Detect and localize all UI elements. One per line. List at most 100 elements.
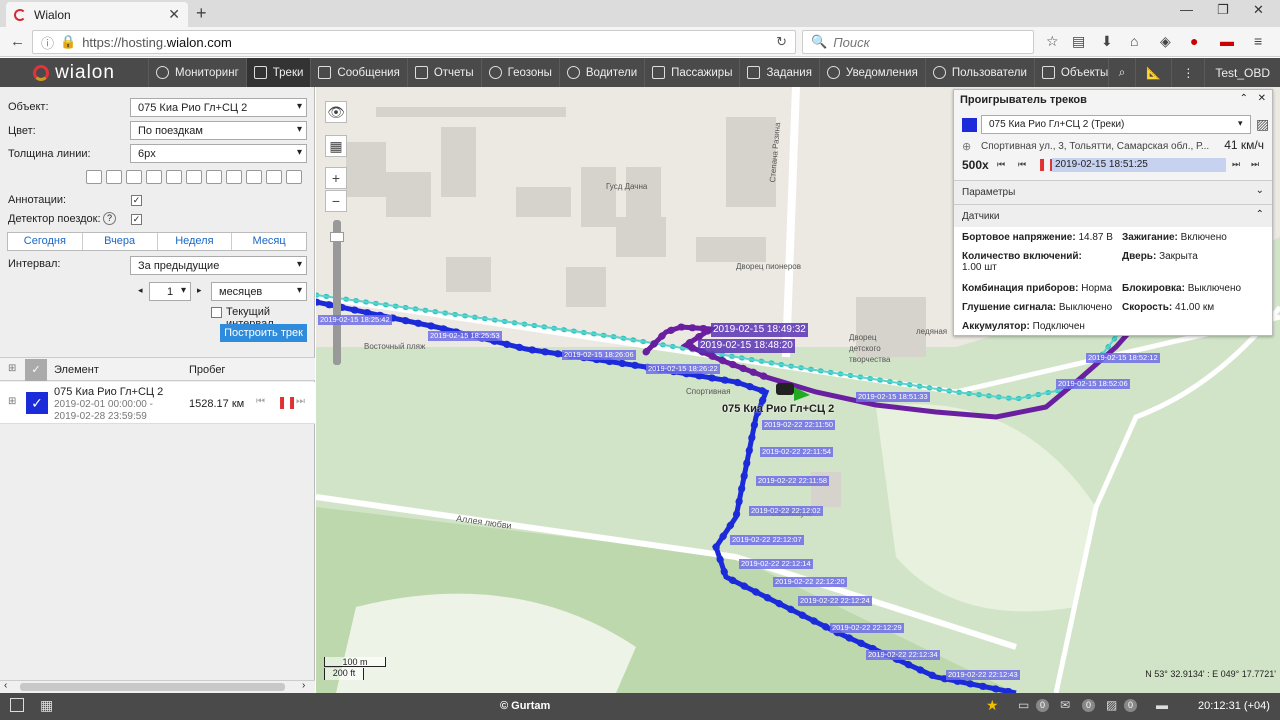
annotations-checkbox[interactable]: ✓ xyxy=(131,195,142,206)
nav-drivers[interactable]: Водители xyxy=(558,58,644,87)
rewind-icon[interactable]: ⏮ xyxy=(256,396,265,407)
sensors-section[interactable]: Датчики ⌃ xyxy=(954,204,1272,227)
scroll-left-icon[interactable]: ‹ xyxy=(4,680,7,691)
nav-tracks[interactable]: Треки xyxy=(245,58,311,87)
params-section[interactable]: Параметры ⌄ xyxy=(954,180,1272,204)
nav-search-icon[interactable]: ⌕ xyxy=(1107,58,1136,87)
zoom-slider-thumb[interactable] xyxy=(330,232,344,242)
nav-geofences[interactable]: Геозоны xyxy=(480,58,559,87)
unit-track-select[interactable]: 075 Киа Рио Гл+СЦ 2 (Треки) xyxy=(981,115,1251,134)
select-all-checkbox[interactable]: ✓ xyxy=(25,359,47,381)
tab-week[interactable]: Неделя xyxy=(158,233,233,250)
rewind-start-icon[interactable]: ⏮ xyxy=(997,159,1005,170)
more-menu-icon[interactable]: ⋮ xyxy=(1171,58,1204,87)
vehicle-label[interactable]: 075 Киа Рио Гл+СЦ 2 xyxy=(722,403,834,415)
nav-tasks[interactable]: Задания xyxy=(739,58,818,87)
tab-today[interactable]: Сегодня xyxy=(8,233,83,250)
apps-grid-icon[interactable]: ▦ xyxy=(40,697,53,714)
color-select[interactable]: По поездкам xyxy=(130,121,307,140)
track-label[interactable]: 2019-02-22 22:12:24 xyxy=(798,596,872,606)
restore-icon[interactable]: ❐ xyxy=(1217,2,1229,18)
search-input[interactable]: 🔍 Поиск xyxy=(802,30,1034,54)
track-label[interactable]: 2019-02-15 18:25:53 xyxy=(428,331,502,341)
decrement-icon[interactable]: ◂ xyxy=(138,285,143,296)
fuel-marker-icon[interactable] xyxy=(166,170,182,184)
flag-marker-icon[interactable] xyxy=(106,170,122,184)
forward-end-icon[interactable]: ⏭ xyxy=(1251,159,1259,170)
interval-select[interactable]: За предыдущие xyxy=(130,256,307,275)
measure-icon[interactable]: 📐 xyxy=(1135,58,1171,87)
fast-forward-icon[interactable]: ⏭ xyxy=(296,396,305,407)
table-row[interactable]: ⊞ ✓ 075 Киа Рио Гл+СЦ 2 2019-02-01 00:00… xyxy=(0,382,315,424)
width-select[interactable]: 6px xyxy=(130,144,307,163)
pause-icon[interactable]: ❚❚ xyxy=(277,395,297,409)
track-label[interactable]: 2019-02-22 22:12:29 xyxy=(830,623,904,633)
panel-toggle-icon[interactable] xyxy=(10,698,24,712)
video-marker-icon[interactable] xyxy=(226,170,242,184)
track-label[interactable]: 2019-02-22 22:12:34 xyxy=(866,650,940,660)
window-close-icon[interactable]: ✕ xyxy=(1253,2,1264,18)
stop-sign-icon[interactable] xyxy=(266,170,282,184)
object-select[interactable]: 075 Киа Рио Гл+СЦ 2 xyxy=(130,98,307,117)
expand-all-icon[interactable]: ⊞ xyxy=(8,363,16,374)
track-label[interactable]: 2019-02-22 22:12:20 xyxy=(773,577,847,587)
home-icon[interactable]: ⌂ xyxy=(1130,33,1138,49)
browser-tab[interactable]: Wialon ✕ xyxy=(6,2,188,27)
map-type-icon[interactable]: ▦ xyxy=(325,135,347,157)
step-back-icon[interactable]: ⏮ xyxy=(1018,159,1026,170)
stop-marker-icon[interactable] xyxy=(146,170,162,184)
new-tab-icon[interactable]: + xyxy=(196,3,207,24)
nav-users[interactable]: Пользователи xyxy=(924,58,1034,87)
minimize-icon[interactable]: — xyxy=(1180,2,1193,17)
image-marker-icon[interactable] xyxy=(206,170,222,184)
nav-units[interactable]: Объекты xyxy=(1033,58,1115,87)
reading-list-icon[interactable]: ▤ xyxy=(1072,33,1085,50)
interval-count-input[interactable]: 1 xyxy=(149,282,191,301)
adblock-icon[interactable]: ● xyxy=(1190,33,1198,49)
nav-monitoring[interactable]: Мониторинг xyxy=(148,58,246,87)
zoom-in-button[interactable]: + xyxy=(325,167,347,189)
nav-notifications[interactable]: Уведомления xyxy=(818,58,925,87)
nav-reports[interactable]: Отчеты xyxy=(406,58,481,87)
track-label[interactable]: 2019-02-15 18:52:06 xyxy=(1056,379,1130,389)
messages-icon[interactable]: ✉ xyxy=(1060,698,1070,712)
scroll-thumb[interactable] xyxy=(20,683,285,691)
zoom-slider[interactable] xyxy=(330,220,344,365)
bookmark-star-icon[interactable]: ☆ xyxy=(1046,33,1059,50)
increment-icon[interactable]: ▸ xyxy=(197,285,202,296)
layers-visibility-icon[interactable]: 👁 xyxy=(325,101,347,123)
build-track-button[interactable]: Построить трек xyxy=(220,324,307,342)
horizontal-scrollbar[interactable]: ‹ › xyxy=(0,680,315,693)
number-marker-icon[interactable] xyxy=(86,170,102,184)
track-label[interactable]: 2019-02-22 22:12:07 xyxy=(730,535,804,545)
tab-month[interactable]: Месяц xyxy=(232,233,306,250)
menu-icon[interactable]: ≡ xyxy=(1254,33,1262,49)
notifications-icon[interactable]: ▭ xyxy=(1018,698,1029,712)
parking-marker-icon[interactable] xyxy=(246,170,262,184)
nav-messages[interactable]: Сообщения xyxy=(310,58,406,87)
gallery-icon[interactable]: ▨ xyxy=(1106,698,1117,712)
collapse-icon[interactable]: ⌃ xyxy=(1240,93,1248,104)
expand-row-icon[interactable]: ⊞ xyxy=(8,396,16,407)
track-label[interactable]: 2019-02-15 18:25:42 xyxy=(318,315,392,325)
video-download-icon[interactable]: ▬ xyxy=(1220,33,1234,49)
close-panel-icon[interactable]: ✕ xyxy=(1258,93,1266,104)
nav-passengers[interactable]: Пассажиры xyxy=(644,58,739,87)
arrow-marker-icon[interactable] xyxy=(286,170,302,184)
track-label[interactable]: 2019-02-22 22:12:02 xyxy=(749,506,823,516)
download-icon[interactable]: ⬇ xyxy=(1101,33,1113,50)
track-label[interactable]: 2019-02-22 22:11:54 xyxy=(760,447,834,457)
track-label[interactable]: 2019-02-22 22:12:43 xyxy=(946,670,1020,680)
zoom-out-button[interactable]: − xyxy=(325,190,347,212)
interval-unit-select[interactable]: месяцев xyxy=(211,282,307,301)
track-label[interactable]: 2019-02-15 18:52:12 xyxy=(1086,353,1160,363)
image-icon[interactable]: ▨ xyxy=(1256,116,1269,133)
track-label[interactable]: 2019-02-15 18:26:06 xyxy=(562,350,636,360)
flag2-marker-icon[interactable] xyxy=(186,170,202,184)
event-marker-icon[interactable] xyxy=(126,170,142,184)
current-interval-checkbox[interactable] xyxy=(211,307,222,318)
step-forward-icon[interactable]: ⏭ xyxy=(1232,159,1240,170)
track-label[interactable]: 2019-02-22 22:12:14 xyxy=(739,559,813,569)
row-checkbox[interactable]: ✓ xyxy=(26,392,48,414)
back-icon[interactable]: ← xyxy=(10,33,25,50)
